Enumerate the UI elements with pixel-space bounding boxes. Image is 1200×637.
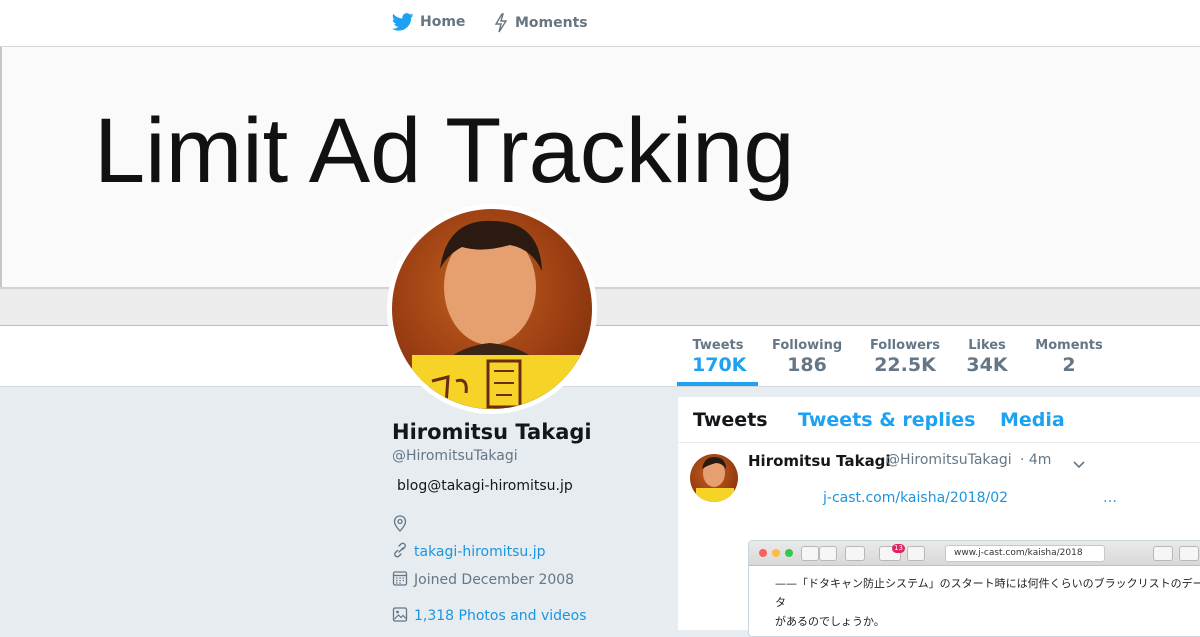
minimize-dot — [772, 549, 780, 557]
stat-moments[interactable]: Moments 2 — [1035, 338, 1103, 376]
profile-website[interactable]: takagi-hiromitsu.jp — [392, 541, 546, 563]
zoom-dot — [785, 549, 793, 557]
stat-following[interactable]: Following 186 — [772, 338, 842, 376]
stat-value: 22.5K — [874, 354, 936, 376]
chevron-down-icon[interactable] — [1072, 455, 1086, 474]
stat-tweets[interactable]: Tweets 170K — [692, 338, 747, 376]
shot-body: ——「ドタキャン防止システム」のスタート時には何件くらいのブラックリストのデータ… — [775, 574, 1200, 631]
twitter-bird-icon — [392, 13, 414, 31]
stat-value: 170K — [692, 354, 747, 376]
profile-photos[interactable]: 1,318 Photos and videos — [392, 605, 587, 627]
nav-home[interactable]: Home — [392, 13, 465, 31]
tweet-author-handle[interactable]: @HiromitsuTakagi — [886, 452, 1012, 468]
share-icon — [1179, 546, 1199, 561]
shot-line: ——「ドタキャン防止システム」のスタート時には何件くらいのブラックリストのデータ — [775, 577, 1200, 609]
tab-media[interactable]: Media — [1000, 409, 1065, 431]
nav-moments-label: Moments — [515, 15, 588, 31]
tab-tweets-replies[interactable]: Tweets & replies — [798, 409, 975, 431]
reader-icon — [907, 546, 925, 561]
back-icon — [801, 546, 819, 561]
banner-image-strip — [0, 287, 1200, 325]
location-pin-icon — [392, 515, 408, 537]
forward-icon — [819, 546, 837, 561]
calendar-icon — [392, 569, 408, 591]
tweet-media-screenshot[interactable]: 13 www.j-cast.com/kaisha/2018 ——「ドタキャン防止… — [748, 540, 1200, 637]
profile-joined: Joined December 2008 — [392, 569, 574, 591]
profile-name[interactable]: Hiromitsu Takagi — [392, 420, 672, 444]
close-dot — [759, 549, 767, 557]
nav-moments[interactable]: Moments — [493, 13, 588, 33]
website-link[interactable]: takagi-hiromitsu.jp — [414, 544, 546, 560]
stat-label: Tweets — [692, 338, 744, 353]
tab-tweets[interactable]: Tweets — [693, 409, 768, 431]
download-icon — [1153, 546, 1173, 561]
profile-location — [392, 515, 408, 537]
tweet-truncation: … — [1103, 490, 1117, 506]
stat-value: 2 — [1062, 354, 1076, 376]
avatar-photo — [392, 209, 592, 409]
stat-label: Moments — [1035, 338, 1103, 353]
tweet-timestamp[interactable]: · 4m — [1020, 452, 1051, 468]
tweet-author-name[interactable]: Hiromitsu Takagi — [748, 452, 891, 470]
stat-value: 186 — [787, 354, 827, 376]
profile-card: Hiromitsu Takagi @HiromitsuTakagi blog@t… — [392, 420, 672, 494]
profile-handle[interactable]: @HiromitsuTakagi — [392, 448, 672, 464]
banner-text: Limit Ad Tracking — [94, 100, 795, 202]
profile-banner: Limit Ad Tracking — [0, 47, 1200, 326]
link-icon — [392, 541, 408, 563]
active-stat-underline — [677, 382, 758, 386]
top-nav-bar: Home Moments — [0, 0, 1200, 47]
stat-value: 34K — [966, 354, 1008, 376]
browser-toolbar: 13 www.j-cast.com/kaisha/2018 — [749, 541, 1200, 566]
sidebar-icon — [845, 546, 865, 561]
stat-followers[interactable]: Followers 22.5K — [869, 338, 941, 376]
joined-date: Joined December 2008 — [414, 572, 575, 588]
profile-stats-bar: Tweets 170K Following 186 Followers 22.5… — [0, 326, 1200, 387]
tweet-link[interactable]: j-cast.com/kaisha/2018/02 — [823, 490, 1008, 506]
profile-bio: blog@takagi-hiromitsu.jp — [397, 478, 573, 494]
photos-link[interactable]: 1,318 Photos and videos — [414, 608, 587, 624]
lightning-icon — [493, 13, 509, 33]
stat-label: Likes — [968, 338, 1006, 353]
stat-label: Following — [772, 338, 843, 353]
shot-line: があるのでしょうか。 — [775, 615, 885, 628]
shot-url-bar: www.j-cast.com/kaisha/2018 — [945, 545, 1105, 562]
tweet-avatar[interactable] — [690, 454, 738, 502]
timeline-divider — [678, 442, 1200, 443]
shot-badge: 13 — [892, 544, 905, 553]
timeline: Tweets Tweets & replies Media Hiromitsu … — [678, 397, 1200, 637]
stat-label: Followers — [869, 338, 941, 353]
profile-avatar[interactable] — [387, 204, 597, 414]
stat-likes[interactable]: Likes 34K — [964, 338, 1010, 376]
image-icon — [392, 605, 408, 627]
nav-home-label: Home — [420, 14, 466, 30]
